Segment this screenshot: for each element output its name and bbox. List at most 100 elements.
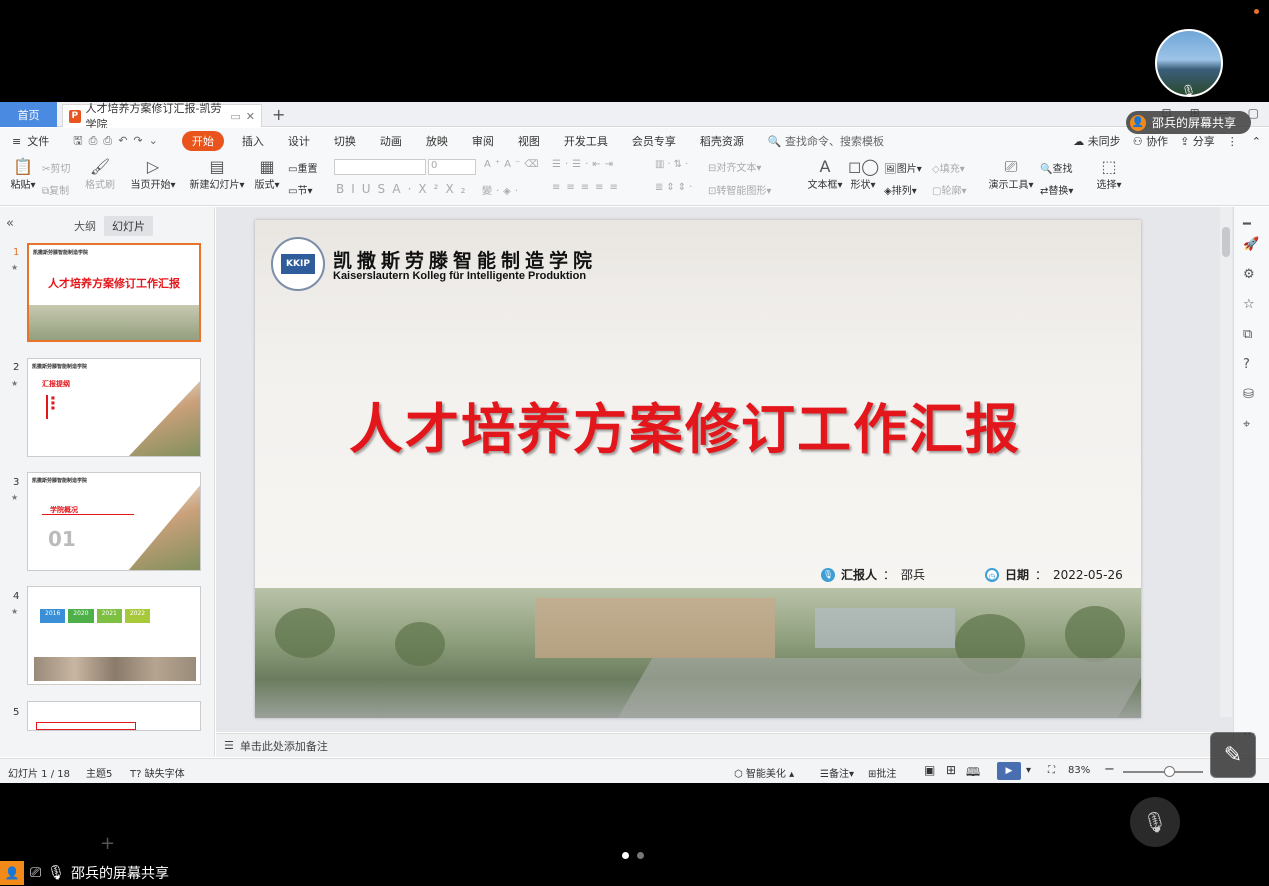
font-grow-shrink-icons[interactable]: A⁺A⁻⌫	[484, 159, 542, 170]
quick-access-icons[interactable]: 🖫⎙⎙↶↷⌄	[61, 132, 176, 151]
find-button[interactable]: 🔍查找	[1040, 160, 1072, 175]
convert-smartart-button[interactable]: ⊡转智能图形▾	[708, 182, 771, 197]
slide-thumb-4[interactable]: 2016 2020 2021 2022	[27, 586, 201, 685]
slide-thumb-1[interactable]: 凯撒斯劳滕智能制造学院 人才培养方案修订工作汇报	[27, 243, 201, 342]
menu-start[interactable]: 开始	[181, 131, 224, 151]
zoom-slider[interactable]	[1123, 771, 1203, 773]
smart-beautify-button[interactable]: ⬡ 智能美化 ▴	[734, 765, 794, 780]
reset-button[interactable]: ▭重置	[288, 160, 317, 175]
sync-status[interactable]: ☁ 未同步	[1067, 133, 1127, 149]
add-slide-icon[interactable]: +	[100, 833, 115, 854]
phonetic-highlight-icons[interactable]: 變·◈·	[482, 182, 522, 197]
fill-button[interactable]: ◇填充▾	[932, 160, 965, 175]
align-text-button[interactable]: ⊟对齐文本▾	[708, 159, 761, 174]
share-button[interactable]: ⇪ 分享	[1174, 133, 1221, 149]
sliders-icon[interactable]: ⚙	[1243, 267, 1255, 282]
menu-view[interactable]: 视图	[506, 133, 552, 149]
drag-handle-icon[interactable]: ━	[1243, 217, 1251, 232]
menu-animation[interactable]: 动画	[368, 133, 414, 149]
notes-area[interactable]: ☰ 单击此处添加备注	[216, 733, 1233, 757]
tab-monitor-icon: ▭	[230, 109, 241, 123]
theme-name[interactable]: 主题5	[86, 765, 112, 780]
slide-thumb-3[interactable]: 凯撒斯劳滕智能制造学院 学院概况 01	[27, 472, 201, 571]
missing-font-button[interactable]: T? 缺失字体	[130, 765, 185, 780]
copy-button[interactable]: ⧉复制	[42, 182, 69, 197]
line-spacing-icons[interactable]: ≣⇕⇕·	[655, 182, 695, 193]
reading-view-icon[interactable]: 🕮	[966, 763, 980, 784]
menu-slideshow[interactable]: 放映	[414, 133, 460, 149]
vertical-scrollbar[interactable]	[1220, 207, 1232, 717]
tab-outline[interactable]: 大纲	[74, 218, 96, 234]
menu-design[interactable]: 设计	[276, 133, 322, 149]
page-dot[interactable]	[637, 852, 644, 859]
menu-file[interactable]: 文件	[25, 133, 61, 149]
arrange-button[interactable]: ◈排列▾	[884, 182, 917, 197]
new-tab-icon[interactable]: +	[272, 105, 285, 124]
help-icon[interactable]: ?	[1243, 357, 1250, 372]
star-icon[interactable]: ☆	[1243, 297, 1255, 312]
date-line: ◷ 日期： 2022-05-26	[985, 566, 1123, 583]
font-size-select[interactable]: 0	[428, 159, 476, 175]
current-slide[interactable]: KKIP 凯撒斯劳滕智能制造学院 Kaiserslautern Kolleg f…	[255, 220, 1141, 718]
font-style-icons[interactable]: BIUSA·X²X₂	[336, 182, 472, 196]
text-direction-icons[interactable]: ▥·⇅·	[655, 159, 691, 170]
zoom-level[interactable]: 83%	[1068, 765, 1090, 776]
scrollbar-thumb[interactable]	[1222, 227, 1230, 257]
tab-slides[interactable]: 幻灯片	[104, 216, 153, 236]
annotate-icon[interactable]: ✎	[1210, 732, 1256, 778]
picture-button[interactable]: 🖼图片▾	[884, 160, 922, 175]
menu-transition[interactable]: 切换	[322, 133, 368, 149]
play-slideshow-button[interactable]: ▶	[997, 762, 1021, 780]
outline-button[interactable]: ▢轮廓▾	[932, 182, 966, 197]
hamburger-icon[interactable]: ≡	[0, 135, 25, 148]
menu-member[interactable]: 会员专享	[620, 133, 688, 149]
replace-button[interactable]: ⇄替换▾	[1040, 182, 1073, 197]
backup-icon[interactable]: ⛁	[1243, 387, 1254, 402]
location-icon[interactable]: ⌖	[1243, 417, 1250, 432]
transition-icon[interactable]: ⧉	[1243, 327, 1252, 342]
rocket-icon[interactable]: 🚀	[1243, 237, 1259, 252]
slide-thumb-5[interactable]	[27, 701, 201, 731]
slide-thumb-2[interactable]: 凯撒斯劳滕智能制造学院 汇报提纲 ■ ■ ■	[27, 358, 201, 457]
present-tools-button[interactable]: ⎚ 演示工具▾	[986, 158, 1036, 192]
page-dot-active[interactable]	[622, 852, 629, 859]
collapse-pane-icon[interactable]: «	[6, 216, 14, 231]
more-icon[interactable]: ⋮	[1221, 135, 1244, 148]
layout-button[interactable]: ▦ 版式▾	[252, 158, 282, 192]
list-indent-icons[interactable]: ☰·☰·⇤⇥	[552, 159, 617, 170]
textbox-button[interactable]: A 文本框▾	[806, 158, 844, 192]
paste-button[interactable]: 📋 粘贴▾	[8, 158, 38, 192]
tab-home[interactable]: 首页	[0, 102, 57, 127]
font-name-select[interactable]	[334, 159, 426, 175]
new-slide-button[interactable]: ▤ 新建幻灯片▾	[188, 158, 246, 192]
collapse-ribbon-icon[interactable]: ⌃	[1244, 135, 1269, 148]
collab-button[interactable]: ⚇ 协作	[1127, 133, 1174, 149]
menu-review[interactable]: 审阅	[460, 133, 506, 149]
zoom-out-icon[interactable]: −	[1104, 762, 1115, 777]
menu-docer[interactable]: 稻壳资源	[688, 133, 756, 149]
play-options-icon[interactable]: ▾	[1026, 765, 1031, 776]
close-tab-icon[interactable]: ✕	[246, 110, 255, 123]
command-search[interactable]: 🔍 查找命令、搜索模板	[756, 133, 896, 149]
select-button[interactable]: ⬚ 选择▾	[1094, 158, 1124, 192]
mic-muted-icon[interactable]: 🎙	[1130, 797, 1180, 847]
presenter-share-label[interactable]: 👤 邵兵的屏幕共享	[1126, 111, 1251, 134]
from-current-button[interactable]: ▷ 当页开始▾	[128, 158, 178, 192]
notes-toggle-button[interactable]: ☰备注▾	[820, 765, 854, 780]
shape-button[interactable]: ◻◯ 形状▾	[848, 158, 879, 192]
slide-counter: 幻灯片 1 / 18	[8, 769, 70, 780]
zoom-slider-knob[interactable]	[1164, 766, 1175, 777]
comments-button[interactable]: ⊞批注	[868, 765, 896, 780]
paragraph-align-icons[interactable]: ≡≡≡≡≡	[552, 182, 624, 193]
comments-label: 批注	[876, 769, 897, 780]
cut-button[interactable]: ✂剪切	[42, 160, 70, 175]
normal-view-icon[interactable]: ▣	[924, 763, 935, 777]
sorter-view-icon[interactable]: ⊞	[946, 763, 956, 777]
section-button[interactable]: ▭节▾	[288, 182, 312, 197]
menu-insert[interactable]: 插入	[230, 133, 276, 149]
menu-bar: ≡ 文件 🖫⎙⎙↶↷⌄ 开始 插入 设计 切换 动画 放映 审阅 视图 开发工具…	[0, 128, 1269, 154]
tab-document[interactable]: P 人才培养方案修订汇报-凯劳学院 ▭ ✕	[62, 102, 262, 131]
format-painter-button[interactable]: 🖌 格式刷	[84, 158, 116, 192]
menu-developer[interactable]: 开发工具	[552, 133, 620, 149]
fit-screen-icon[interactable]: ⛶	[1048, 765, 1055, 776]
